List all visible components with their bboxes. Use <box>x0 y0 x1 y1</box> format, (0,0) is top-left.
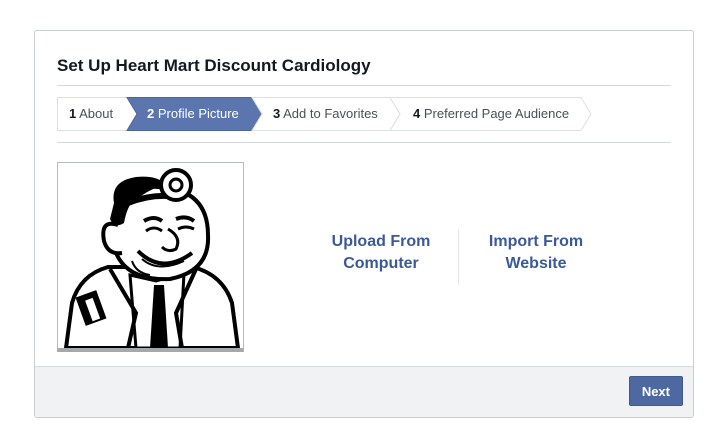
dialog-footer: Next <box>35 366 693 417</box>
title-divider <box>57 85 671 86</box>
upload-from-computer-link[interactable]: Upload From Computer <box>306 231 456 275</box>
step-2-text: Profile Picture <box>157 106 239 121</box>
step-2-number: 2 <box>147 106 155 121</box>
import-from-website-link[interactable]: Import From Website <box>461 231 611 275</box>
cartoon-doctor-image <box>63 168 241 348</box>
step-4-number: 4 <box>413 106 421 121</box>
step-1-number: 1 <box>69 106 77 121</box>
step-1-label[interactable]: 1 About <box>69 97 113 131</box>
step-3-text: Add to Favorites <box>283 106 378 121</box>
next-button[interactable]: Next <box>628 376 683 406</box>
steps-divider <box>57 142 671 143</box>
dialog-title: Set Up Heart Mart Discount Cardiology <box>57 56 371 75</box>
step-1-text: About <box>79 106 114 121</box>
profile-picture-preview[interactable] <box>57 162 244 352</box>
step-4-text: Preferred Page Audience <box>423 106 570 121</box>
step-3-number: 3 <box>273 106 281 121</box>
setup-dialog: Set Up Heart Mart Discount Cardiology 1 … <box>34 30 694 418</box>
actions-divider <box>458 229 459 285</box>
step-3-label[interactable]: 3 Add to Favorites <box>273 97 378 131</box>
step-2-label[interactable]: 2 Profile Picture <box>147 97 239 131</box>
step-4-label[interactable]: 4 Preferred Page Audience <box>413 97 569 131</box>
